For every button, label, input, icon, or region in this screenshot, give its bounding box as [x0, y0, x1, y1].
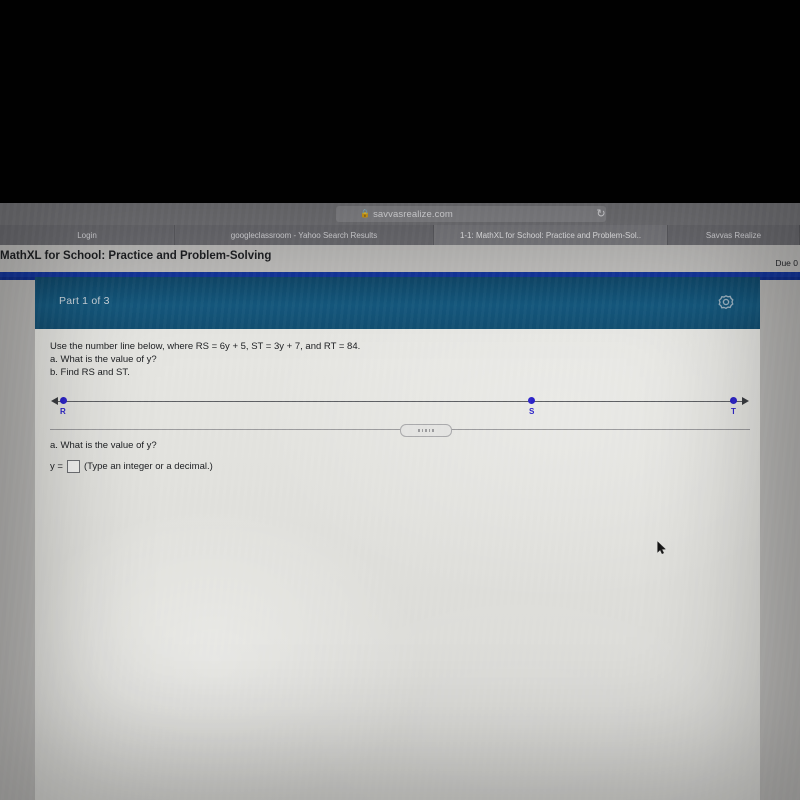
question-body: Use the number line below, where RS = 6y… — [35, 329, 760, 800]
tab-label: Savvas Realize — [705, 230, 762, 240]
answer-label: y = — [50, 461, 63, 472]
tab-mathxl[interactable]: 1-1: MathXL for School: Practice and Pro… — [434, 225, 668, 245]
reload-icon[interactable]: ↻ — [594, 207, 608, 221]
question-prompt-b: b. Find RS and ST. — [50, 367, 130, 378]
gear-icon[interactable] — [716, 292, 736, 312]
arrow-right-icon — [742, 397, 749, 405]
tab-label: 1-1: MathXL for School: Practice and Pro… — [459, 230, 642, 240]
tab-login[interactable]: Login — [0, 225, 175, 245]
number-line-label-t: T — [731, 407, 736, 416]
number-line-axis — [58, 401, 742, 402]
arrow-left-icon — [51, 397, 58, 405]
page-title: MathXL for School: Practice and Problem-… — [0, 250, 272, 262]
browser-url-bar: 🔒 savvasrealize.com ↻ — [0, 203, 800, 225]
question-panel: Part 1 of 3 Use the number line below, w… — [35, 277, 760, 800]
question-prompt-a: a. What is the value of y? — [50, 354, 157, 365]
drag-handle-icon[interactable] — [400, 424, 452, 437]
number-line-figure[interactable]: R S T — [50, 389, 750, 423]
answer-row: y = (Type an integer or a decimal.) — [50, 460, 213, 473]
mouse-pointer-icon — [657, 541, 666, 555]
browser-tab-strip: Login googleclassroom - Yahoo Search Res… — [0, 225, 800, 245]
part-label: Part 1 of 3 — [59, 295, 110, 307]
tab-savvas-realize[interactable]: Savvas Realize — [668, 225, 800, 245]
number-line-point-s — [528, 397, 535, 404]
number-line-label-s: S — [529, 407, 535, 416]
sub-question-text: a. What is the value of y? — [50, 440, 157, 451]
question-prompt: Use the number line below, where RS = 6y… — [50, 341, 361, 352]
photographed-screen: 🔒 savvasrealize.com ↻ Login googleclassro… — [0, 0, 800, 800]
due-date-text: Due 0 — [775, 258, 798, 268]
app-header: MathXL for School: Practice and Problem-… — [0, 245, 800, 274]
answer-hint: (Type an integer or a decimal.) — [83, 461, 213, 472]
lock-icon: 🔒 — [360, 209, 371, 218]
tab-label: Login — [77, 230, 97, 240]
url-text: savvasrealize.com — [373, 209, 453, 220]
number-line-label-r: R — [60, 407, 66, 416]
screen-content: 🔒 savvasrealize.com ↻ Login googleclassro… — [0, 203, 800, 800]
address-field-text: 🔒 savvasrealize.com — [360, 207, 600, 221]
tab-label: googleclassroom - Yahoo Search Results — [230, 230, 378, 240]
number-line-point-r — [60, 397, 67, 404]
screen-bezel-top — [0, 0, 800, 203]
answer-input[interactable] — [66, 460, 80, 473]
number-line-point-t — [730, 397, 737, 404]
tab-googleclassroom[interactable]: googleclassroom - Yahoo Search Results — [175, 225, 434, 245]
part-banner: Part 1 of 3 — [35, 277, 760, 329]
